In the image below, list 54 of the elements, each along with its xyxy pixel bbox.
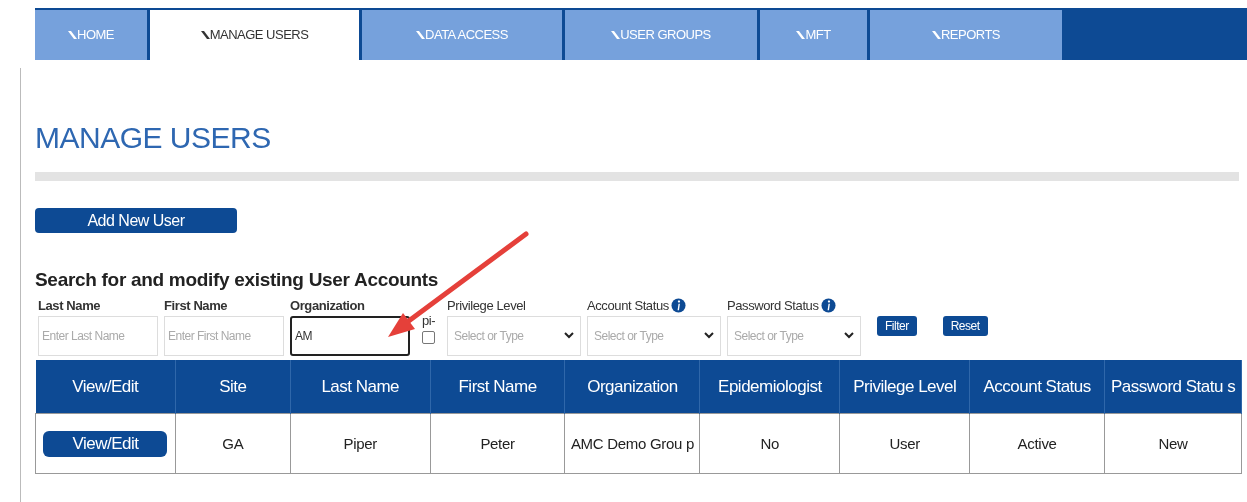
chevron-icon — [844, 332, 854, 340]
chevron-icon — [564, 332, 574, 340]
field-label: First Name — [164, 297, 228, 316]
pencil-icon — [68, 31, 77, 39]
action-button[interactable]: Reset — [942, 315, 988, 336]
table-cell: User — [839, 413, 970, 474]
field-label: pi- — [421, 312, 436, 331]
input-field[interactable]: AM — [290, 315, 410, 356]
page-title: MANAGE USERS — [35, 120, 272, 156]
pencil-icon — [611, 31, 621, 39]
table-cell: No — [699, 413, 840, 474]
table-cell: GA — [175, 413, 291, 474]
column-header: Privilege Level — [839, 359, 970, 414]
table-cell: AMC Demo Grou p — [564, 413, 700, 474]
nav-tab[interactable]: REPORTS — [870, 10, 1065, 60]
column-header: Epidemiologist — [699, 359, 840, 414]
checkbox[interactable] — [422, 330, 435, 344]
column-header: First Name — [430, 359, 565, 414]
pencil-icon — [931, 31, 941, 39]
info-icon[interactable] — [670, 298, 686, 314]
pencil-icon — [416, 31, 426, 39]
column-header: Organization — [564, 359, 700, 414]
input-field[interactable]: Enter Last Name — [38, 315, 158, 356]
search-heading: Search for and modify existing User Accounts — [35, 269, 440, 292]
field-label: Last Name — [38, 297, 101, 316]
column-header: Last Name — [290, 359, 431, 414]
info-icon[interactable] — [820, 298, 836, 314]
table-cell: New — [1104, 413, 1242, 474]
field-label: Organization — [290, 297, 365, 316]
field-label: Account Status — [587, 297, 669, 316]
table-cell: Piper — [290, 413, 431, 474]
pencil-icon — [200, 31, 210, 39]
pencil-icon — [796, 31, 806, 39]
column-header: Password Statu s — [1104, 359, 1242, 414]
action-button[interactable]: Filter — [877, 315, 917, 336]
view-edit-button[interactable]: View/Edit — [43, 430, 168, 457]
table-cell: Peter — [430, 413, 565, 474]
field-label: Password Status — [727, 297, 819, 316]
select-field[interactable]: Select or Type — [727, 315, 861, 356]
nav-tab[interactable]: MFT — [760, 10, 870, 60]
column-header: Site — [175, 359, 291, 414]
nav-tab[interactable]: HOME — [35, 10, 150, 60]
column-header: View/Edit — [35, 359, 176, 414]
nav-tab[interactable]: DATA ACCESS — [362, 10, 565, 60]
select-field[interactable]: Select or Type — [587, 315, 721, 356]
input-field[interactable]: Enter First Name — [164, 315, 284, 356]
field-label: Privilege Level — [447, 297, 526, 316]
nav-tab[interactable]: USER GROUPS — [565, 10, 760, 60]
add-user-button[interactable]: Add New User — [35, 208, 237, 233]
select-field[interactable]: Select or Type — [447, 315, 581, 356]
table-cell: Active — [969, 413, 1105, 474]
nav-tab[interactable]: MANAGE USERS — [150, 10, 362, 60]
chevron-icon — [704, 332, 714, 340]
column-header: Account Status — [969, 359, 1105, 414]
